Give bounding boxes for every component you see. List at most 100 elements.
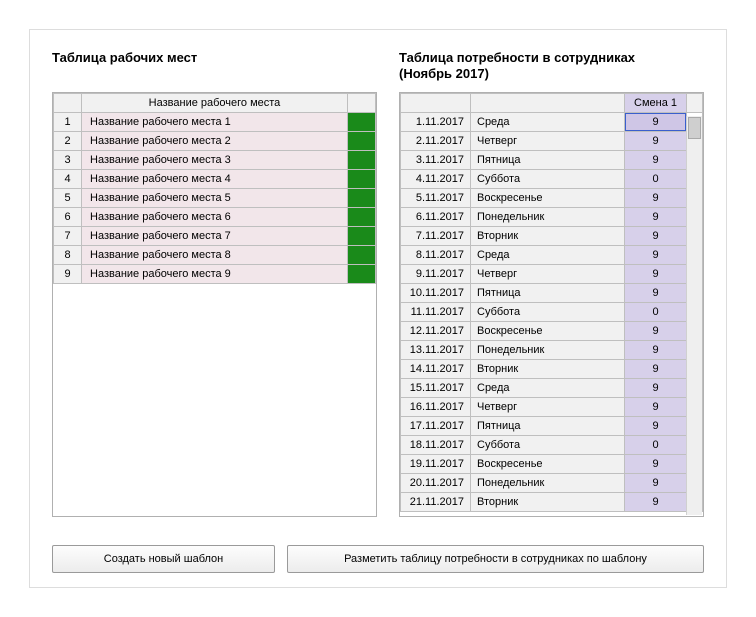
new-template-button[interactable]: Создать новый шаблон — [52, 545, 275, 573]
workplace-name[interactable]: Название рабочего места 7 — [82, 227, 348, 246]
workplace-color[interactable] — [348, 132, 376, 151]
need-shift-cell[interactable]: 9 — [625, 189, 687, 208]
workplace-name[interactable]: Название рабочего места 1 — [82, 113, 348, 132]
table-row[interactable]: 8Название рабочего места 8 — [54, 246, 376, 265]
need-section: Таблица потребности в сотрудниках (Ноябр… — [399, 50, 704, 517]
need-date: 10.11.2017 — [401, 284, 471, 303]
need-shift-cell[interactable]: 9 — [625, 151, 687, 170]
need-shift-cell[interactable]: 0 — [625, 303, 687, 322]
row-number: 5 — [54, 189, 82, 208]
table-row[interactable]: 7.11.2017Вторник9 — [401, 227, 703, 246]
need-date: 4.11.2017 — [401, 170, 471, 189]
row-number: 1 — [54, 113, 82, 132]
need-table[interactable]: Смена 1 1.11.2017Среда92.11.2017Четверг9… — [399, 92, 704, 517]
table-row[interactable]: 9.11.2017Четверг9 — [401, 265, 703, 284]
need-shift-cell[interactable]: 9 — [625, 417, 687, 436]
workplace-color[interactable] — [348, 113, 376, 132]
workplace-name[interactable]: Название рабочего места 5 — [82, 189, 348, 208]
workplace-name[interactable]: Название рабочего места 8 — [82, 246, 348, 265]
need-day: Вторник — [471, 227, 625, 246]
table-row[interactable]: 4Название рабочего места 4 — [54, 170, 376, 189]
need-scrollbar[interactable] — [686, 116, 702, 515]
need-header-shift[interactable]: Смена 1 — [625, 94, 687, 113]
table-row[interactable]: 9Название рабочего места 9 — [54, 265, 376, 284]
row-number: 7 — [54, 227, 82, 246]
workplace-color[interactable] — [348, 246, 376, 265]
need-shift-cell[interactable]: 9 — [625, 493, 687, 512]
workplace-color[interactable] — [348, 227, 376, 246]
table-row[interactable]: 3.11.2017Пятница9 — [401, 151, 703, 170]
table-row[interactable]: 2.11.2017Четверг9 — [401, 132, 703, 151]
need-date: 21.11.2017 — [401, 493, 471, 512]
workplace-name[interactable]: Название рабочего места 9 — [82, 265, 348, 284]
workplace-name[interactable]: Название рабочего места 4 — [82, 170, 348, 189]
table-row[interactable]: 11.11.2017Суббота0 — [401, 303, 703, 322]
need-day: Понедельник — [471, 341, 625, 360]
need-scrollbar-thumb[interactable] — [688, 117, 701, 139]
table-row[interactable]: 21.11.2017Вторник9 — [401, 493, 703, 512]
need-shift-cell[interactable]: 9 — [625, 455, 687, 474]
table-row[interactable]: 2Название рабочего места 2 — [54, 132, 376, 151]
table-row[interactable]: 8.11.2017Среда9 — [401, 246, 703, 265]
need-day: Пятница — [471, 151, 625, 170]
workplace-name[interactable]: Название рабочего места 3 — [82, 151, 348, 170]
new-template-label: Создать новый шаблон — [104, 553, 224, 565]
workplace-name[interactable]: Название рабочего места 6 — [82, 208, 348, 227]
need-day: Четверг — [471, 132, 625, 151]
apply-template-button[interactable]: Разметить таблицу потребности в сотрудни… — [287, 545, 704, 573]
need-shift-cell[interactable]: 9 — [625, 322, 687, 341]
table-row[interactable]: 12.11.2017Воскресенье9 — [401, 322, 703, 341]
need-shift-cell[interactable]: 9 — [625, 284, 687, 303]
workplace-color[interactable] — [348, 265, 376, 284]
need-shift-cell[interactable]: 9 — [625, 246, 687, 265]
need-shift-cell[interactable]: 9 — [625, 132, 687, 151]
table-row[interactable]: 1.11.2017Среда9 — [401, 113, 703, 132]
need-shift-cell[interactable]: 0 — [625, 436, 687, 455]
need-date: 12.11.2017 — [401, 322, 471, 341]
table-row[interactable]: 10.11.2017Пятница9 — [401, 284, 703, 303]
workplaces-header-num — [54, 94, 82, 113]
table-row[interactable]: 4.11.2017Суббота0 — [401, 170, 703, 189]
table-row[interactable]: 14.11.2017Вторник9 — [401, 360, 703, 379]
table-row[interactable]: 17.11.2017Пятница9 — [401, 417, 703, 436]
need-shift-cell[interactable]: 0 — [625, 170, 687, 189]
table-row[interactable]: 7Название рабочего места 7 — [54, 227, 376, 246]
table-row[interactable]: 6.11.2017Понедельник9 — [401, 208, 703, 227]
table-row[interactable]: 5Название рабочего места 5 — [54, 189, 376, 208]
need-shift-cell[interactable]: 9 — [625, 208, 687, 227]
need-header-date — [401, 94, 471, 113]
workplaces-header-name: Название рабочего места — [82, 94, 348, 113]
need-shift-cell[interactable]: 9 — [625, 227, 687, 246]
table-row[interactable]: 18.11.2017Суббота0 — [401, 436, 703, 455]
need-shift-cell[interactable]: 9 — [625, 379, 687, 398]
row-number: 3 — [54, 151, 82, 170]
table-row[interactable]: 13.11.2017Понедельник9 — [401, 341, 703, 360]
table-row[interactable]: 16.11.2017Четверг9 — [401, 398, 703, 417]
table-row[interactable]: 1Название рабочего места 1 — [54, 113, 376, 132]
table-row[interactable]: 3Название рабочего места 3 — [54, 151, 376, 170]
workplace-color[interactable] — [348, 151, 376, 170]
need-shift-cell[interactable]: 9 — [625, 265, 687, 284]
need-day: Воскресенье — [471, 455, 625, 474]
need-shift-cell[interactable]: 9 — [625, 113, 687, 132]
workplaces-table[interactable]: Название рабочего места 1Название рабоче… — [52, 92, 377, 517]
need-day: Среда — [471, 113, 625, 132]
need-date: 1.11.2017 — [401, 113, 471, 132]
need-date: 6.11.2017 — [401, 208, 471, 227]
workplace-color[interactable] — [348, 208, 376, 227]
table-row[interactable]: 6Название рабочего места 6 — [54, 208, 376, 227]
need-shift-cell[interactable]: 9 — [625, 398, 687, 417]
table-row[interactable]: 5.11.2017Воскресенье9 — [401, 189, 703, 208]
need-shift-cell[interactable]: 9 — [625, 360, 687, 379]
table-row[interactable]: 19.11.2017Воскресенье9 — [401, 455, 703, 474]
need-day: Четверг — [471, 398, 625, 417]
need-header-day — [471, 94, 625, 113]
workplace-name[interactable]: Название рабочего места 2 — [82, 132, 348, 151]
table-row[interactable]: 15.11.2017Среда9 — [401, 379, 703, 398]
workplace-color[interactable] — [348, 189, 376, 208]
need-shift-cell[interactable]: 9 — [625, 341, 687, 360]
workplace-color[interactable] — [348, 170, 376, 189]
table-row[interactable]: 20.11.2017Понедельник9 — [401, 474, 703, 493]
need-shift-cell[interactable]: 9 — [625, 474, 687, 493]
need-date: 18.11.2017 — [401, 436, 471, 455]
